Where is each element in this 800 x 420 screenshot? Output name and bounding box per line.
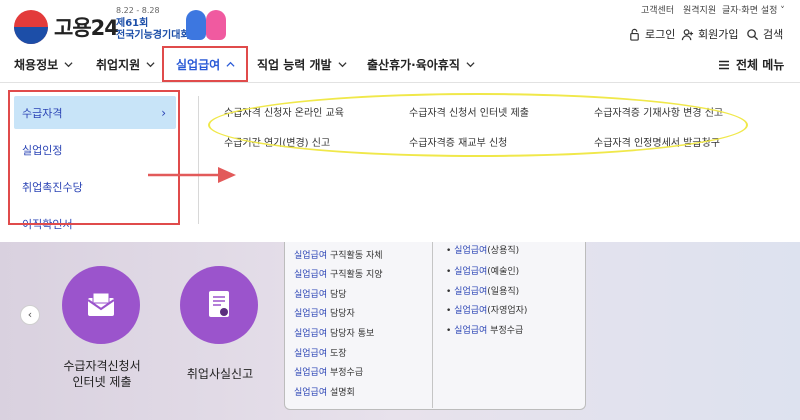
related-link-prefix: 실업급여 xyxy=(294,368,328,378)
mascot-icon xyxy=(186,10,206,40)
signup-button[interactable]: 회원가입 xyxy=(681,26,738,42)
related-link-prefix: 실업급여 xyxy=(454,246,488,256)
lock-icon xyxy=(630,28,639,41)
signup-label: 회원가입 xyxy=(698,28,739,41)
related-link[interactable]: • 실업급여 부정수급 xyxy=(446,323,523,336)
nav-label: 채용정보 xyxy=(14,58,59,72)
related-link-prefix: 실업급여 xyxy=(294,349,328,359)
all-menu-button[interactable]: 전체 메뉴 xyxy=(718,56,784,73)
related-link-prefix: 실업급여 xyxy=(454,306,488,316)
related-link-prefix: 실업급여 xyxy=(294,270,328,280)
related-link[interactable]: • 실업급여(일용직) xyxy=(446,284,519,297)
chevron-down-icon xyxy=(466,62,475,68)
event-name[interactable]: 제61회 전국기능경기대회 xyxy=(116,18,190,42)
related-link-text: 설명회 xyxy=(330,388,355,398)
login-label: 로그인 xyxy=(645,28,676,41)
related-link[interactable]: 실업급여 담당자 통보 xyxy=(294,326,374,339)
nav-item-employment-support[interactable]: 취업지원 xyxy=(96,56,155,73)
search-button[interactable]: 검색 xyxy=(746,26,783,42)
related-link-prefix: 실업급여 xyxy=(454,287,488,297)
related-link-text: 도장 xyxy=(330,349,347,359)
related-link-prefix: 실업급여 xyxy=(294,309,328,319)
related-link[interactable]: 실업급여 담당 xyxy=(294,287,347,300)
login-button[interactable]: 로그인 xyxy=(628,26,675,42)
related-link-text: 구직활동 지양 xyxy=(330,270,383,280)
highlight-box-nav xyxy=(162,46,248,82)
related-link-text: 부정수급 xyxy=(487,326,524,336)
related-link-prefix: 실업급여 xyxy=(294,329,328,339)
display-settings-link[interactable]: 글자·화면 설정 ˅ xyxy=(722,3,785,16)
related-link-text: (자영업자) xyxy=(487,306,528,316)
chevron-down-icon xyxy=(146,62,155,68)
related-link-text: 담당자 xyxy=(330,309,355,319)
related-link-text: (상용직) xyxy=(487,246,520,256)
related-link[interactable]: 실업급여 도장 xyxy=(294,346,347,359)
related-link[interactable]: 실업급여 구직활동 자체 xyxy=(294,248,383,261)
user-plus-icon xyxy=(681,28,694,40)
chevron-left-icon: ‹ xyxy=(27,308,33,321)
related-link-prefix: 실업급여 xyxy=(294,388,328,398)
related-link-text: 부정수급 xyxy=(330,368,364,378)
related-link-prefix: 실업급여 xyxy=(294,251,328,261)
event-date: 8.22 - 8.28 xyxy=(116,6,160,15)
related-link[interactable]: 실업급여 설명회 xyxy=(294,385,355,398)
document-icon xyxy=(209,291,229,317)
related-link-text: (일용직) xyxy=(487,287,520,297)
event-name-line2: 전국기능경기대회 xyxy=(116,30,190,41)
main-nav: 채용정보 취업지원 실업급여 직업 능력 개발 출산휴가·육아휴직 전체 메뉴 xyxy=(0,45,800,83)
mascot-icon xyxy=(206,10,226,40)
chevron-down-icon xyxy=(64,62,73,68)
envelope-icon xyxy=(87,292,115,316)
hamburger-icon xyxy=(719,60,729,69)
taeguk-logo-icon xyxy=(14,10,48,44)
card-online-submission-label: 수급자격신청서인터넷 제출 xyxy=(54,358,150,390)
related-link-text: 구직활동 자체 xyxy=(330,251,383,261)
nav-item-job-training[interactable]: 직업 능력 개발 xyxy=(257,56,347,73)
card-online-submission[interactable] xyxy=(62,266,140,344)
related-link-text: (예술인) xyxy=(487,267,520,277)
card-employment-report-label: 취업사실신고 xyxy=(186,367,254,381)
carousel-prev-button[interactable]: ‹ xyxy=(20,305,40,325)
related-link[interactable]: • 실업급여(예술인) xyxy=(446,264,519,277)
display-settings-label: 글자·화면 설정 xyxy=(722,6,778,16)
arrow-right-icon xyxy=(148,167,236,183)
card-label-line1: 수급자격신청서 xyxy=(63,359,141,373)
logo-text: 고용24 xyxy=(54,16,119,40)
remote-support-link[interactable]: 원격지원 xyxy=(683,3,716,16)
related-link[interactable]: • 실업급여(자영업자) xyxy=(446,303,527,316)
related-link-text: 담당자 통보 xyxy=(330,329,375,339)
divider xyxy=(432,242,433,408)
event-name-line1: 제61회 xyxy=(116,18,149,29)
related-link-prefix: 실업급여 xyxy=(454,326,488,336)
card-employment-report[interactable] xyxy=(180,266,258,344)
card-label-line2: 인터넷 제출 xyxy=(72,375,132,389)
nav-item-parental-leave[interactable]: 출산휴가·육아휴직 xyxy=(367,56,475,73)
nav-label: 취업지원 xyxy=(96,58,141,72)
related-link-text: 담당 xyxy=(330,290,347,300)
logo[interactable]: 고용24 xyxy=(14,10,119,44)
highlight-box-submenu xyxy=(8,90,180,225)
search-label: 검색 xyxy=(763,28,784,41)
chevron-down-icon xyxy=(338,62,347,68)
customer-center-link[interactable]: 고객센터 xyxy=(641,3,674,16)
all-menu-label: 전체 메뉴 xyxy=(736,58,785,72)
related-link[interactable]: 실업급여 부정수급 xyxy=(294,365,363,378)
highlight-ellipse xyxy=(208,93,748,157)
divider xyxy=(198,96,199,224)
related-link[interactable]: 실업급여 담당자 xyxy=(294,306,355,319)
related-link[interactable]: 실업급여 구직활동 지양 xyxy=(294,267,383,280)
nav-label: 직업 능력 개발 xyxy=(257,58,332,72)
search-icon xyxy=(747,28,759,40)
related-link-prefix: 실업급여 xyxy=(454,267,488,277)
related-link[interactable]: • 실업급여(상용직) xyxy=(446,243,519,256)
related-link-prefix: 실업급여 xyxy=(294,290,328,300)
nav-label: 출산휴가·육아휴직 xyxy=(367,58,460,72)
nav-item-jobs[interactable]: 채용정보 xyxy=(14,56,73,73)
